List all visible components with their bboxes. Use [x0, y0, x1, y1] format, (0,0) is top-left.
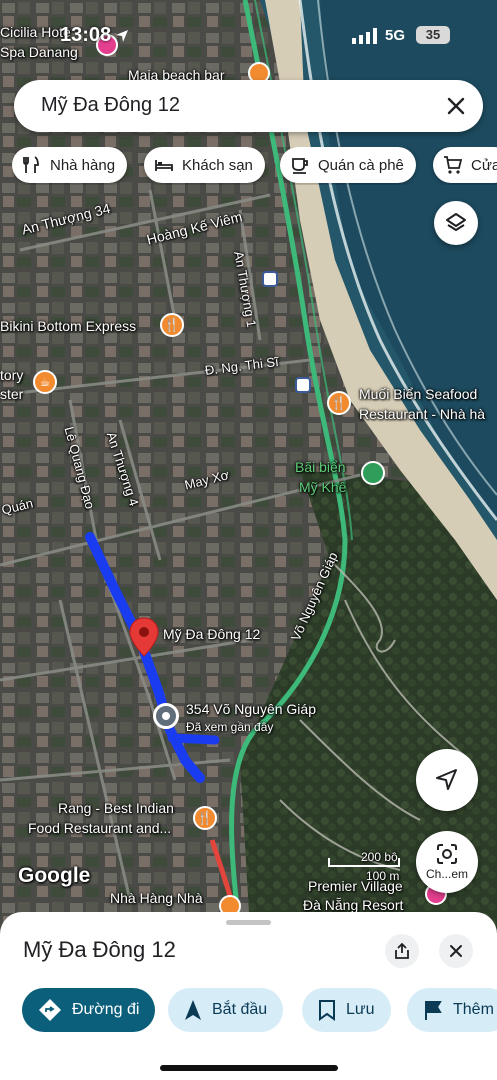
navigation-arrow-icon [436, 769, 457, 790]
map-label: Đà Nẵng Resort [303, 897, 404, 913]
map-label: Nhà Hàng Nhà [110, 890, 203, 906]
start-label: Bắt đầu [212, 1001, 268, 1018]
save-label: Lưu [346, 1001, 375, 1018]
map-label: 354 Võ Nguyên Giáp [186, 701, 316, 717]
scale-label: 100 m [366, 869, 400, 883]
save-button[interactable]: Lưu [302, 988, 391, 1032]
place-sheet[interactable]: Mỹ Đa Đông 12 Đường đi Bắt đầu Lưu Thêm [0, 912, 497, 1080]
start-button[interactable]: Bắt đầu [168, 988, 284, 1032]
coffee-cup-icon [292, 158, 308, 174]
fork-knife-icon [23, 156, 39, 173]
scale-label: 200 bộ [361, 850, 398, 864]
close-icon[interactable] [443, 93, 469, 119]
place-title: Mỹ Đa Đông 12 [23, 937, 176, 962]
chip-shops[interactable]: Cửa [433, 147, 497, 183]
map-label: Đã xem gần đây [186, 720, 274, 734]
search-query[interactable]: Mỹ Đa Đông 12 [41, 94, 180, 117]
chip-label: Nhà hàng [50, 156, 116, 174]
action-row: Đường đi Bắt đầu Lưu Thêm [22, 988, 497, 1032]
map-label: ster [0, 386, 24, 402]
home-indicator[interactable] [160, 1065, 338, 1071]
map-label: tory [0, 367, 24, 383]
camera-lens-icon [437, 844, 457, 864]
battery-icon: 35 [416, 26, 450, 44]
chip-label: Quán cà phê [318, 156, 404, 174]
recent-place-marker-icon[interactable] [153, 703, 179, 729]
more-label: Thêm [453, 1001, 494, 1018]
signal-icon [352, 28, 377, 44]
network-type: 5G [385, 27, 406, 44]
share-button[interactable] [385, 934, 419, 968]
location-pin-icon[interactable] [129, 617, 159, 657]
chip-restaurants[interactable]: Nhà hàng [12, 147, 128, 183]
scale-bar: 200 bộ 100 m [328, 848, 408, 888]
shopping-cart-icon [444, 156, 463, 174]
directions-icon [39, 999, 61, 1021]
more-button[interactable]: Thêm [407, 988, 497, 1032]
chip-hotels[interactable]: Khách sạn [144, 147, 265, 183]
drag-handle[interactable] [226, 920, 271, 925]
map-label: Food Restaurant and... [28, 820, 172, 836]
navigation-arrow-icon [185, 1000, 201, 1020]
map-label: Muối Biển Seafood [359, 386, 478, 402]
bus-stop-icon[interactable] [295, 377, 311, 393]
category-chips: Nhà hàng Khách sạn Quán cà phê Cửa [12, 147, 497, 185]
map-label: Bikini Bottom Express [0, 318, 137, 334]
restaurant-marker-icon[interactable]: 🍴 [327, 391, 351, 415]
bus-stop-icon[interactable] [262, 271, 278, 287]
map-label: Bãi biển [295, 459, 346, 475]
status-time: 13:08 [60, 24, 112, 46]
search-bar[interactable]: Mỹ Đa Đông 12 [14, 80, 483, 132]
layers-icon [446, 213, 466, 231]
beach-marker-icon[interactable] [361, 461, 385, 485]
chip-cafes[interactable]: Quán cà phê [280, 147, 416, 183]
directions-button[interactable]: Đường đi [22, 988, 156, 1032]
bed-icon [155, 160, 173, 171]
status-bar: 13:08 5G 35 [0, 22, 497, 52]
directions-label: Đường đi [72, 1001, 140, 1018]
restaurant-marker-icon[interactable]: 🍴 [160, 313, 184, 337]
close-icon [450, 945, 462, 957]
lens-label: Ch...em [425, 867, 468, 881]
google-logo: Google [18, 864, 91, 887]
location-arrow-icon [116, 30, 128, 42]
cafe-marker-icon[interactable]: ☕ [33, 370, 57, 394]
map-label: Restaurant - Nhà hà [359, 406, 486, 422]
flag-icon [425, 1001, 442, 1020]
close-sheet-button[interactable] [439, 934, 473, 968]
lens-button[interactable]: Ch...em [416, 831, 478, 893]
map-label: Rang - Best Indian [58, 800, 174, 816]
restaurant-marker-icon[interactable]: 🍴 [193, 806, 217, 830]
chip-label: Cửa [471, 156, 497, 174]
bookmark-icon [319, 1000, 335, 1021]
map-label: Mỹ Khê [299, 479, 347, 495]
chip-label: Khách sạn [182, 156, 253, 174]
layers-button[interactable] [434, 201, 478, 245]
share-icon [395, 942, 409, 959]
my-location-button[interactable] [416, 749, 478, 811]
pin-label: Mỹ Đa Đông 12 [163, 626, 261, 642]
